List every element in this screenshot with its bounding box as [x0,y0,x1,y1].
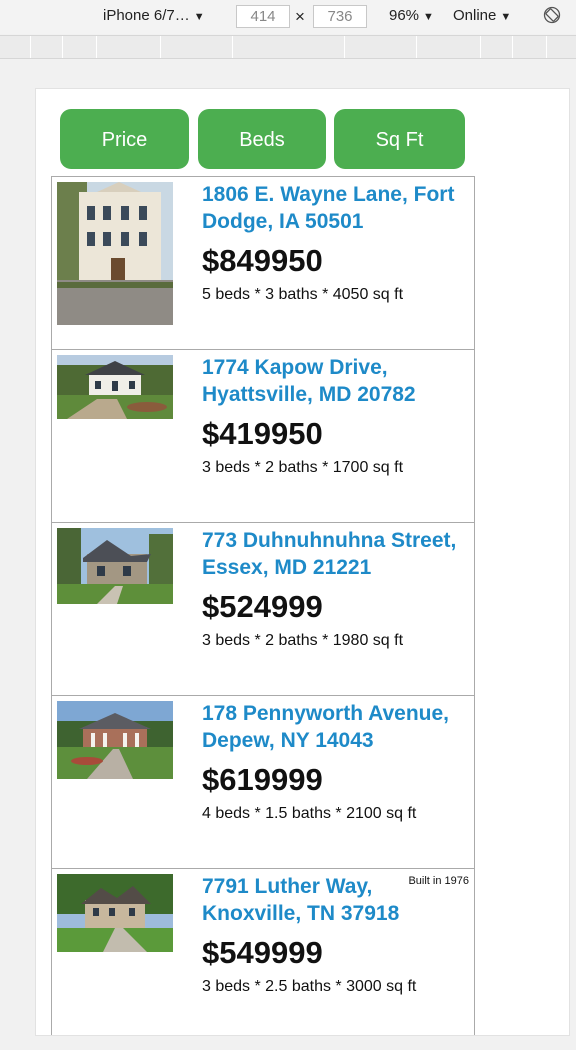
sort-beds-button[interactable]: Beds [198,109,326,169]
sort-price-button[interactable]: Price [60,109,189,169]
device-selector[interactable]: iPhone 6/7… ▼ [103,7,205,24]
listing-specs: 3 beds * 2.5 baths * 3000 sq ft [202,978,417,995]
listing-card: 178 Pennyworth Avenue, Depew, NY 14043 $… [52,695,474,869]
house-photo[interactable] [57,874,173,952]
listing-specs: 3 beds * 2 baths * 1700 sq ft [202,459,404,476]
listing-price: $524999 [202,589,323,624]
listing-price: $619999 [202,762,323,797]
listing-address-link[interactable]: 1774 Kapow Drive, Hyattsville, MD 20782 [202,354,472,408]
rotate-icon[interactable] [543,6,561,24]
page-viewport: Price Beds Sq Ft 1806 E. Wayne Lane, For… [35,88,570,1036]
listing-info: 1774 Kapow Drive, Hyattsville, MD 20782 … [202,354,472,477]
listing-address-link[interactable]: 178 Pennyworth Avenue, Depew, NY 14043 [202,700,472,754]
chevron-down-icon: ▼ [500,11,512,23]
listing-address-link[interactable]: 7791 Luther Way, Knoxville, TN 37918 [202,873,472,927]
listing-card: 1806 E. Wayne Lane, Fort Dodge, IA 50501… [52,176,474,350]
listing-specs: 4 beds * 1.5 baths * 2100 sq ft [202,805,417,822]
sort-sqft-button[interactable]: Sq Ft [334,109,465,169]
listing-card: 773 Duhnuhnuhna Street, Essex, MD 21221 … [52,522,474,696]
device-name: iPhone 6/7… [103,7,190,24]
listing-price: $549999 [202,935,323,970]
listing-card: 1774 Kapow Drive, Hyattsville, MD 20782 … [52,349,474,523]
device-toolbar: iPhone 6/7… ▼ 414 × 736 96% ▼ Online ▼ [0,0,576,34]
house-photo[interactable] [57,701,173,779]
listing-card: Built in 1976 7791 Luther Way, Knoxville… [52,868,474,1035]
house-photo[interactable] [57,182,173,325]
zoom-value: 96% [389,7,420,24]
listing-info: 773 Duhnuhnuhna Street, Essex, MD 21221 … [202,527,472,650]
house-photo[interactable] [57,355,173,419]
listing-info: 7791 Luther Way, Knoxville, TN 37918 $54… [202,873,472,996]
media-query-ruler [0,35,576,59]
listing-list: 1806 E. Wayne Lane, Fort Dodge, IA 50501… [51,176,475,1035]
listing-specs: 5 beds * 3 baths * 4050 sq ft [202,286,404,303]
network-throttle-selector[interactable]: Online ▼ [453,7,511,24]
chevron-down-icon: ▼ [423,11,434,23]
zoom-selector[interactable]: 96% ▼ [389,7,434,24]
chevron-down-icon: ▼ [193,11,205,23]
listing-info: 1806 E. Wayne Lane, Fort Dodge, IA 50501… [202,181,472,304]
listing-address-link[interactable]: 773 Duhnuhnuhna Street, Essex, MD 21221 [202,527,472,581]
network-value: Online [453,7,497,24]
listing-price: $419950 [202,416,323,451]
listing-price: $849950 [202,243,323,278]
width-input[interactable]: 414 [236,5,290,28]
height-input[interactable]: 736 [313,5,367,28]
listing-info: 178 Pennyworth Avenue, Depew, NY 14043 $… [202,700,472,823]
listing-specs: 3 beds * 2 baths * 1980 sq ft [202,632,404,649]
house-photo[interactable] [57,528,173,604]
times-icon: × [295,7,305,26]
listing-address-link[interactable]: 1806 E. Wayne Lane, Fort Dodge, IA 50501 [202,181,472,235]
